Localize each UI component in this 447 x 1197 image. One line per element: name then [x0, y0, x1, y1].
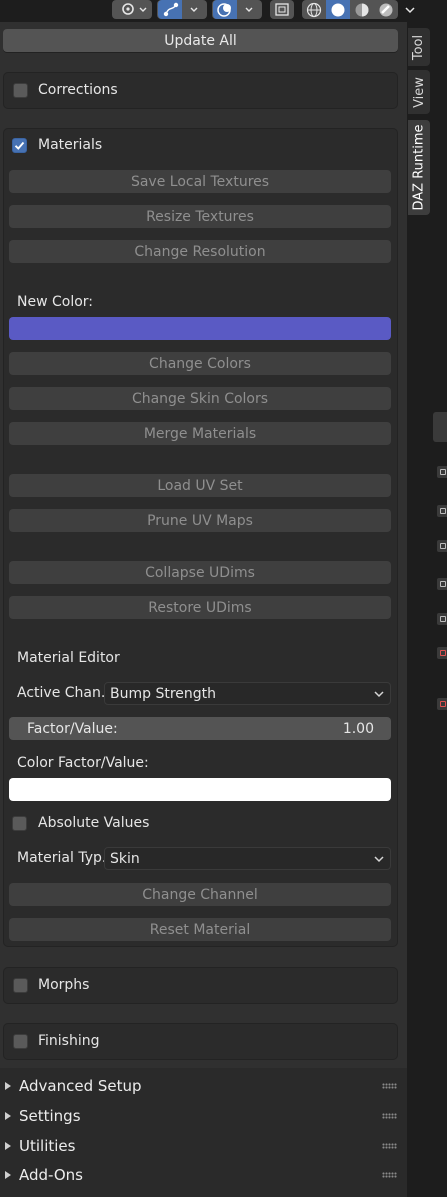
- active-channel-dropdown[interactable]: Bump Strength: [104, 682, 391, 705]
- tab-view-label: View: [411, 76, 427, 108]
- gizmo-icon: [122, 3, 147, 15]
- disclosure-triangle-icon: [5, 1142, 11, 1150]
- material-type-label: Material Typ..: [17, 850, 111, 866]
- morphs-checkbox[interactable]: [13, 978, 28, 993]
- chevron-down-icon: [405, 6, 415, 13]
- prune-uv-maps-button[interactable]: Prune UV Maps: [9, 509, 391, 532]
- drag-grip-icon[interactable]: [382, 1113, 397, 1119]
- solid-sphere-icon: [331, 3, 345, 16]
- utilities-label: Utilities: [19, 1136, 76, 1155]
- color-factor-swatch[interactable]: [9, 778, 391, 801]
- overlay-circles-icon: [217, 3, 253, 17]
- finishing-label: Finishing: [38, 1033, 100, 1049]
- active-channel-label: Active Chan..: [17, 685, 110, 701]
- edge-panel-handle[interactable]: [433, 412, 447, 442]
- absolute-values-label: Absolute Values: [38, 815, 150, 831]
- edge-tool-icon[interactable]: [437, 698, 447, 710]
- update-all-button[interactable]: Update All: [3, 29, 398, 52]
- tab-tool[interactable]: Tool: [408, 28, 430, 66]
- shading-options-dropdown[interactable]: [400, 0, 420, 19]
- material-shading-button[interactable]: [350, 0, 374, 19]
- chevron-down-icon: [374, 856, 384, 863]
- color-factor-label: Color Factor/Value:: [17, 755, 149, 771]
- viewport-gizmo-toggle[interactable]: [112, 0, 152, 19]
- edge-tool-icon[interactable]: [437, 613, 447, 625]
- save-local-textures-button[interactable]: Save Local Textures: [9, 170, 391, 193]
- settings-section[interactable]: Settings: [0, 1101, 407, 1130]
- edge-tool-icon[interactable]: [437, 578, 447, 590]
- drag-grip-icon[interactable]: [382, 1172, 397, 1178]
- factor-value-label: Factor/Value:: [27, 720, 118, 737]
- checkmark-icon: [14, 141, 25, 150]
- chevron-down-icon: [374, 691, 384, 698]
- shading-mode-group: [302, 0, 398, 19]
- corrections-checkbox[interactable]: [13, 83, 28, 98]
- xray-icon: [275, 3, 289, 16]
- overlays-icon: [163, 2, 198, 17]
- disclosure-triangle-icon: [5, 1112, 11, 1120]
- add-ons-label: Add-Ons: [19, 1165, 83, 1184]
- load-uv-set-button[interactable]: Load UV Set: [9, 474, 391, 497]
- change-resolution-button[interactable]: Change Resolution: [9, 240, 391, 263]
- wireframe-shading-button[interactable]: [302, 0, 326, 19]
- change-channel-button[interactable]: Change Channel: [9, 883, 391, 906]
- finishing-panel: Finishing: [3, 1023, 398, 1060]
- finishing-checkbox[interactable]: [13, 1034, 28, 1049]
- collapse-udims-button[interactable]: Collapse UDims: [9, 561, 391, 584]
- disclosure-triangle-icon: [5, 1082, 11, 1090]
- factor-value-number: 1.00: [342, 720, 374, 737]
- tab-tool-label: Tool: [411, 34, 427, 60]
- resize-textures-button[interactable]: Resize Textures: [9, 205, 391, 228]
- edge-tool-icon[interactable]: [437, 505, 447, 517]
- material-type-dropdown[interactable]: Skin: [104, 847, 391, 870]
- edge-tool-icon[interactable]: [437, 466, 447, 478]
- disclosure-triangle-icon: [5, 1171, 11, 1179]
- advanced-setup-label: Advanced Setup: [19, 1076, 142, 1095]
- tab-daz-runtime-label: DAZ Runtime: [411, 124, 427, 211]
- drag-grip-icon[interactable]: [382, 1143, 397, 1149]
- active-channel-value: Bump Strength: [110, 685, 217, 702]
- material-sphere-icon: [355, 3, 369, 16]
- add-ons-section[interactable]: Add-Ons: [0, 1160, 407, 1189]
- edge-tool-icon[interactable]: [437, 540, 447, 552]
- solid-shading-button[interactable]: [326, 0, 350, 19]
- xray-toggle[interactable]: [212, 0, 262, 19]
- new-color-swatch[interactable]: [9, 317, 391, 340]
- wireframe-sphere-icon: [306, 2, 322, 17]
- corrections-panel: Corrections: [3, 72, 398, 109]
- viewport-header: [0, 0, 447, 22]
- drag-grip-icon[interactable]: [382, 1083, 397, 1089]
- utilities-section[interactable]: Utilities: [0, 1131, 407, 1160]
- corrections-label: Corrections: [38, 82, 118, 98]
- change-colors-button[interactable]: Change Colors: [9, 352, 391, 375]
- merge-materials-button[interactable]: Merge Materials: [9, 422, 391, 445]
- tab-daz-runtime[interactable]: DAZ Runtime: [408, 120, 430, 215]
- morphs-label: Morphs: [38, 977, 90, 993]
- rendered-shading-button[interactable]: [374, 0, 398, 19]
- material-type-value: Skin: [110, 850, 140, 867]
- xray-button[interactable]: [270, 0, 294, 19]
- absolute-values-checkbox[interactable]: [12, 816, 27, 831]
- morphs-panel: Morphs: [3, 967, 398, 1004]
- advanced-setup-section[interactable]: Advanced Setup: [0, 1071, 407, 1100]
- materials-checkbox[interactable]: [12, 138, 27, 153]
- edge-tool-icon[interactable]: [437, 647, 447, 659]
- overlay-toggle[interactable]: [157, 0, 207, 19]
- material-editor-heading: Material Editor: [17, 650, 120, 666]
- reset-material-button[interactable]: Reset Material: [9, 918, 391, 941]
- materials-label: Materials: [38, 137, 103, 153]
- new-color-label: New Color:: [17, 294, 94, 310]
- restore-udims-button[interactable]: Restore UDims: [9, 596, 391, 619]
- tab-view[interactable]: View: [408, 70, 430, 114]
- rendered-sphere-icon: [379, 3, 393, 16]
- change-skin-colors-button[interactable]: Change Skin Colors: [9, 387, 391, 410]
- settings-label: Settings: [19, 1106, 81, 1125]
- factor-value-slider[interactable]: Factor/Value: 1.00: [9, 717, 391, 740]
